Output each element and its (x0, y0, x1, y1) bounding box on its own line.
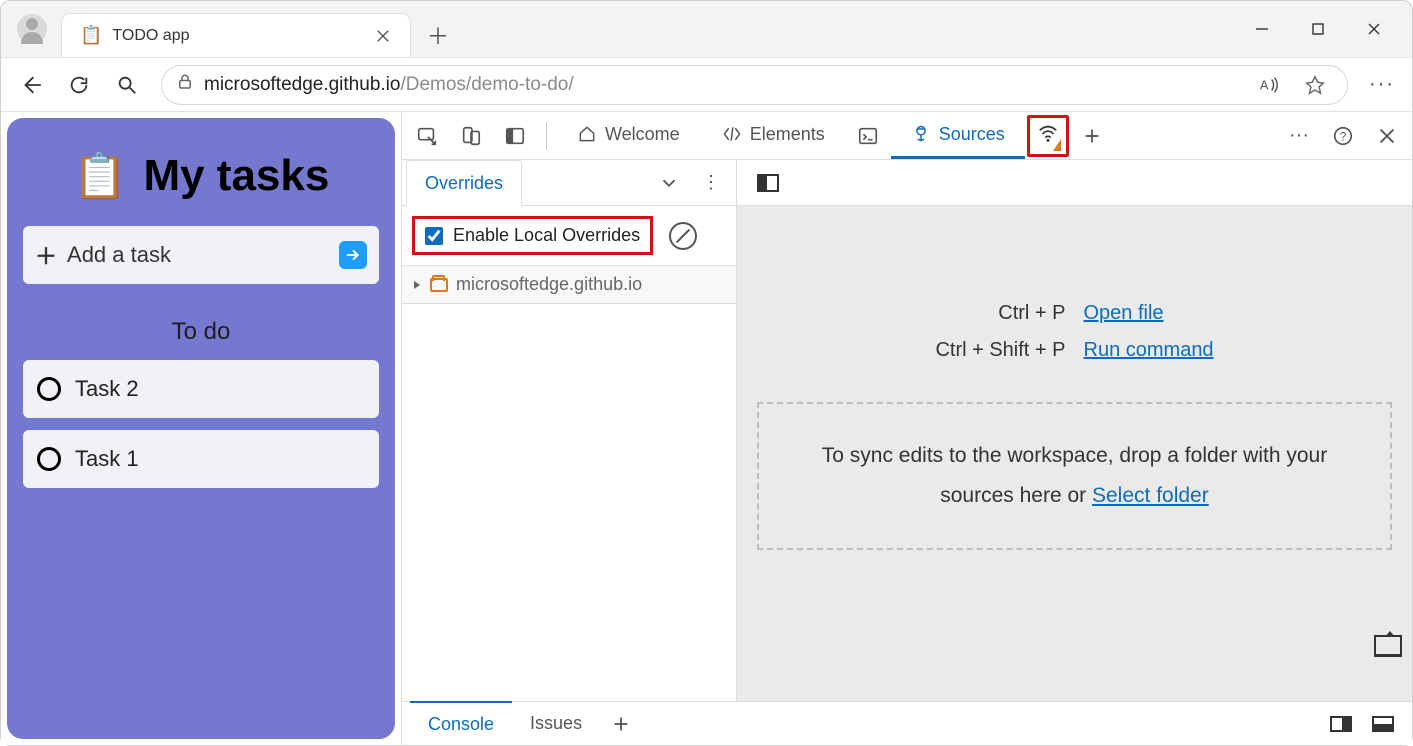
browser-window: 📋 TODO app ＋ microsof (0, 0, 1413, 746)
drawer-tab-console[interactable]: Console (410, 701, 512, 745)
tab-label: Welcome (605, 124, 680, 145)
app-title: My tasks (143, 151, 329, 201)
task-label: Task 2 (75, 376, 139, 402)
favorite-button[interactable] (1297, 67, 1333, 103)
folder-icon (430, 278, 448, 292)
dock-side-button[interactable] (494, 115, 536, 157)
tab-network-icon[interactable] (1027, 115, 1069, 157)
select-folder-link[interactable]: Select folder (1092, 484, 1209, 507)
tab-label: Elements (750, 124, 825, 145)
minimize-button[interactable] (1234, 9, 1290, 49)
browser-menu-button[interactable]: ··· (1360, 63, 1404, 107)
tab-overrides[interactable]: Overrides (406, 160, 522, 206)
tab-console-icon[interactable] (847, 115, 889, 157)
tab-elements[interactable]: Elements (702, 113, 845, 159)
shortcut-hints: Ctrl + P Open file Ctrl + Shift + P Run … (872, 206, 1277, 362)
enable-local-overrides-input[interactable] (425, 227, 443, 245)
help-button[interactable]: ? (1322, 115, 1364, 157)
clipboard-icon: 📋 (73, 150, 128, 202)
section-heading: To do (15, 318, 387, 346)
devtools-tabstrip: Welcome Elements Sources (402, 112, 1412, 160)
dock-right-icon[interactable] (1330, 716, 1352, 732)
url-text: microsoftedge.github.io/Demos/demo-to-do… (204, 74, 574, 96)
enable-local-overrides-checkbox[interactable]: Enable Local Overrides (412, 216, 653, 255)
window-controls (1234, 9, 1402, 49)
add-task-placeholder: Add a task (67, 242, 329, 268)
titlebar: 📋 TODO app ＋ (1, 1, 1412, 57)
drawer-tab-issues[interactable]: Issues (512, 702, 600, 746)
read-aloud-button[interactable]: A (1251, 67, 1287, 103)
profile-avatar[interactable] (17, 14, 47, 44)
add-task-submit-button[interactable] (339, 241, 367, 269)
close-window-button[interactable] (1346, 9, 1402, 49)
overrides-tree-item[interactable]: microsoftedge.github.io (402, 266, 736, 304)
device-emulation-button[interactable] (450, 115, 492, 157)
tab-title: TODO app (112, 27, 360, 45)
run-command-link[interactable]: Run command (1084, 339, 1278, 362)
inspect-element-button[interactable] (406, 115, 448, 157)
navigator-tabstrip: Overrides ⋮ (402, 160, 736, 206)
page-viewport: 📋 My tasks ＋ Add a task To do Task 2 (1, 112, 401, 745)
devtools-panel: Welcome Elements Sources (401, 112, 1412, 745)
svg-text:?: ? (1340, 129, 1347, 143)
toggle-navigator-button[interactable] (747, 162, 789, 204)
app-header: 📋 My tasks (15, 126, 387, 226)
plus-icon: ＋ (35, 239, 57, 271)
open-file-link[interactable]: Open file (1084, 302, 1278, 325)
tab-label: Sources (939, 124, 1005, 145)
task-checkbox[interactable] (37, 447, 61, 471)
tree-domain-label: microsoftedge.github.io (456, 274, 642, 295)
close-devtools-button[interactable] (1366, 115, 1408, 157)
add-task-input[interactable]: ＋ Add a task (23, 226, 379, 284)
devtools-drawer-tabstrip: Console Issues (402, 701, 1412, 745)
back-button[interactable] (9, 63, 53, 107)
url-path: /Demos/demo-to-do/ (400, 74, 573, 95)
navigator-more-tabs-button[interactable] (648, 162, 690, 204)
search-button[interactable] (105, 63, 149, 107)
warning-triangle-icon (1053, 139, 1061, 151)
sources-navigator: Overrides ⋮ Enable Local Overrides (402, 160, 737, 701)
tab-favicon-icon: 📋 (80, 25, 102, 46)
task-checkbox[interactable] (37, 377, 61, 401)
todo-app: 📋 My tasks ＋ Add a task To do Task 2 (7, 118, 395, 739)
show-console-drawer-button[interactable] (1374, 635, 1402, 657)
refresh-button[interactable] (57, 63, 101, 107)
shortcut-keys: Ctrl + P (872, 302, 1066, 325)
task-item[interactable]: Task 2 (23, 360, 379, 418)
lock-icon (176, 73, 194, 96)
dock-bottom-icon[interactable] (1372, 716, 1394, 732)
new-tab-button[interactable]: ＋ (419, 16, 457, 54)
clear-overrides-button[interactable] (669, 222, 697, 250)
maximize-button[interactable] (1290, 9, 1346, 49)
navbar: microsoftedge.github.io/Demos/demo-to-do… (1, 57, 1412, 111)
url-host: microsoftedge.github.io (204, 74, 400, 95)
workspace-dropzone[interactable]: To sync edits to the workspace, drop a f… (757, 402, 1392, 550)
dropzone-text: To sync edits to the workspace, drop a f… (822, 444, 1327, 507)
tab-close-button[interactable] (370, 23, 396, 49)
tab-sources[interactable]: Sources (891, 113, 1025, 159)
enable-local-overrides-label: Enable Local Overrides (453, 225, 640, 246)
svg-text:A: A (1260, 77, 1269, 92)
tab-welcome[interactable]: Welcome (557, 113, 700, 159)
task-label: Task 1 (75, 446, 139, 472)
browser-tab[interactable]: 📋 TODO app (61, 13, 411, 57)
more-tabs-button[interactable] (1071, 115, 1113, 157)
task-item[interactable]: Task 1 (23, 430, 379, 488)
sources-editor-area: Ctrl + P Open file Ctrl + Shift + P Run … (737, 160, 1412, 701)
shortcut-keys: Ctrl + Shift + P (872, 339, 1066, 362)
editor-toolbar (737, 160, 1412, 206)
overrides-toolbar: Enable Local Overrides (402, 206, 736, 266)
devtools-menu-button[interactable]: ··· (1278, 115, 1320, 157)
navigator-menu-button[interactable]: ⋮ (690, 162, 732, 204)
tab-label: Overrides (425, 173, 503, 194)
drawer-add-tab-button[interactable] (600, 703, 642, 745)
address-bar[interactable]: microsoftedge.github.io/Demos/demo-to-do… (161, 65, 1348, 105)
